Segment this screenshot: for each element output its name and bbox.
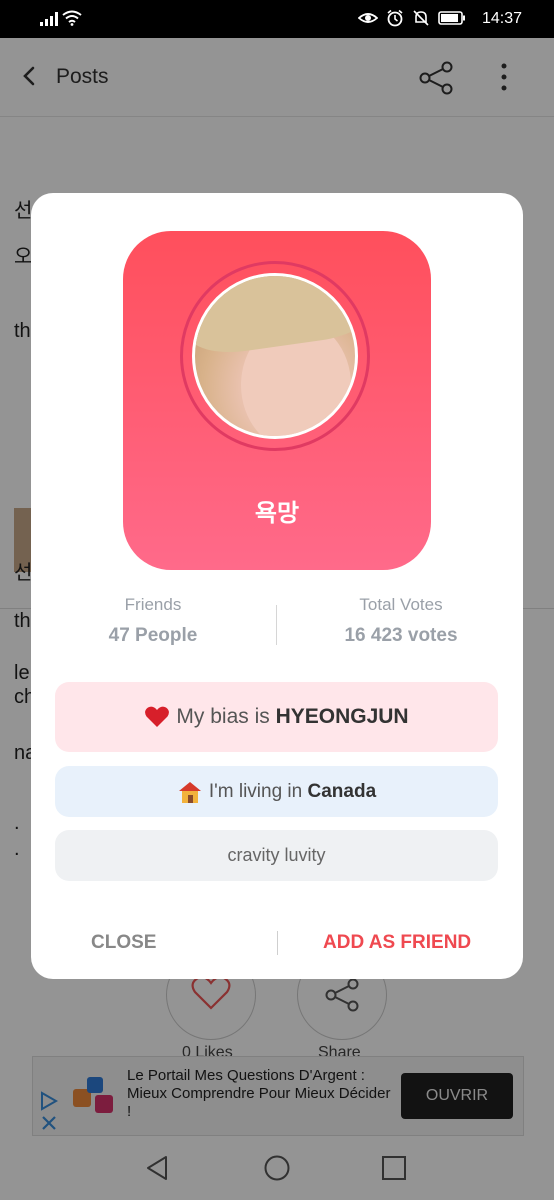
dialog-actions: CLOSE ADD AS FRIEND	[31, 923, 523, 963]
bio-text: cravity luvity	[227, 845, 326, 865]
actions-divider	[277, 931, 278, 955]
votes-count: 16 423 votes	[344, 625, 458, 646]
profile-name: 욕망	[254, 499, 300, 527]
clock: 14:37	[481, 10, 522, 27]
votes-label: Total Votes	[359, 595, 443, 614]
profile-dialog: 욕망 Friends 47 People Total Votes 16 423 …	[31, 193, 523, 979]
battery-icon	[438, 11, 465, 25]
bias-name: HYEONGJUN	[275, 705, 409, 728]
location-place: Canada	[307, 781, 377, 802]
eye-icon	[358, 13, 378, 23]
friends-count: 47 People	[108, 625, 198, 646]
votes-stat: Total Votes 16 423 votes	[301, 595, 501, 647]
status-bar: 14:37	[0, 0, 554, 38]
add-friend-button[interactable]: ADD AS FRIEND	[317, 923, 497, 963]
heart-icon	[145, 707, 170, 728]
stats-divider	[276, 605, 277, 645]
bias-pill: My bias is HYEONGJUN	[55, 682, 498, 752]
wifi-icon	[62, 10, 82, 26]
alarm-icon	[387, 9, 403, 27]
friends-label: Friends	[124, 595, 182, 614]
house-icon	[178, 781, 201, 803]
profile-card: 욕망	[123, 231, 431, 570]
notifications-off-icon	[413, 10, 429, 26]
close-button[interactable]: CLOSE	[85, 923, 225, 963]
avatar-ring	[180, 261, 370, 451]
location-prefix: I'm living in	[208, 781, 308, 802]
bio-pill: cravity luvity	[55, 830, 498, 881]
profile-avatar[interactable]	[192, 273, 358, 439]
location-pill: I'm living in Canada	[55, 766, 498, 817]
signal-icon	[40, 12, 58, 26]
bias-prefix: My bias is	[176, 705, 276, 728]
friends-stat: Friends 47 People	[53, 595, 253, 647]
